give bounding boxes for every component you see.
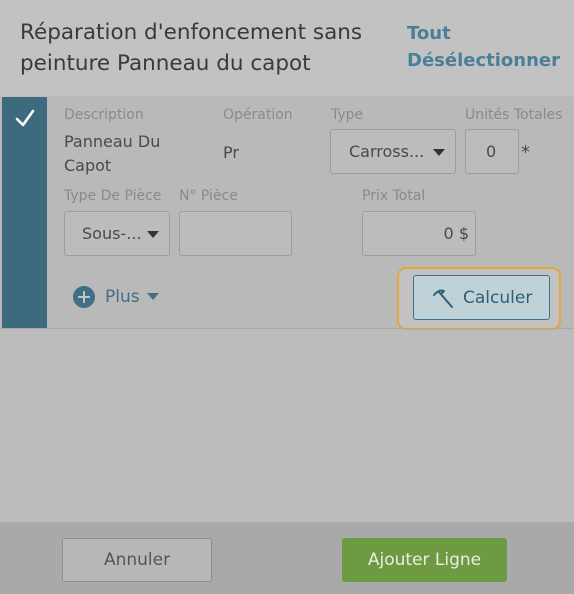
hammer-icon (433, 289, 453, 308)
dialog-header: Réparation d'enfoncement sans peinture P… (0, 0, 574, 96)
required-marker: * (521, 142, 530, 163)
part-number-input[interactable] (179, 211, 292, 256)
more-label: Plus (105, 287, 140, 307)
check-icon (15, 109, 35, 127)
total-price-label: Prix Total (362, 188, 426, 204)
part-type-select[interactable]: Sous-... (64, 211, 170, 256)
dialog-title: Réparation d'enfoncement sans peinture P… (20, 20, 363, 76)
type-select-value: Carross... (349, 142, 425, 161)
total-price-value: 0 $ (443, 224, 469, 243)
operation-label: Opération (223, 107, 293, 123)
part-type-select-value: Sous-... (82, 224, 142, 243)
calculate-label: Calculer (463, 288, 533, 308)
cancel-button[interactable]: Annuler (62, 538, 212, 582)
total-price-input[interactable]: 0 $ (362, 211, 476, 256)
part-type-label: Type De Pièce (64, 188, 162, 204)
row-divider (0, 328, 574, 329)
description-label: Description (64, 107, 144, 123)
chevron-down-icon (147, 293, 159, 300)
operation-value: Pr (223, 143, 239, 162)
add-line-button[interactable]: Ajouter Ligne (342, 538, 507, 582)
total-units-label: Unités Totales (465, 107, 563, 123)
calculate-button[interactable]: Calculer (413, 275, 550, 320)
type-select[interactable]: Carross... (330, 129, 456, 174)
type-label: Type (331, 107, 364, 123)
chevron-down-icon (433, 149, 445, 156)
description-value: Panneau Du Capot (64, 132, 161, 175)
line-item-select-toggle[interactable] (2, 97, 47, 328)
total-units-value: 0 (486, 142, 497, 161)
part-number-label: N° Pièce (179, 188, 238, 204)
chevron-down-icon (147, 231, 159, 238)
plus-circle-icon (73, 286, 95, 308)
total-units-input[interactable]: 0 (465, 129, 519, 174)
deselect-all-link[interactable]: Tout Désélectionner (407, 20, 572, 74)
